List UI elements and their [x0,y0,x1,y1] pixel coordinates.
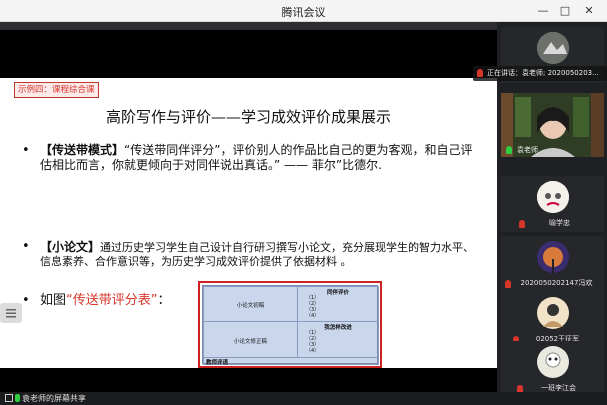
table-cell: 教师评语 [203,357,379,366]
item-list: （1） （2） （3） （4） [306,330,320,354]
side-toolbar-button[interactable] [0,303,22,323]
share-top-strip [0,22,497,30]
participant-tile[interactable]: 2020050202147冯欢 [501,236,604,292]
shared-slide: 示例四：课程综合课 高阶写作与评价——学习成效评价成果展示 • 【传送带模式】“… [0,78,497,368]
bullet-prefix: 如图 [40,293,67,308]
avatar [537,181,569,213]
bullet-suffix: ： [157,293,171,308]
participant-name: 袁老师 [517,146,538,154]
participant-tile[interactable]: 一班李江会 [501,341,604,397]
screen-share-icon [5,394,13,402]
participant-tile[interactable]: 喻学忠 [501,176,604,232]
avatar [537,297,569,329]
table-cell: 小论文修正稿 [203,321,298,358]
participant-name: 2020050202147冯欢 [520,279,593,287]
row1-label: 小论文初稿 [236,303,265,309]
video-label-bar: 袁老师 [501,141,604,157]
bullet-label: 【小论文】 [40,240,101,254]
bullet-text: 通过历史学习学生自己设计自行研习撰写小论文，充分展现学生的智力水平、信息素养、合… [40,241,475,268]
share-label: 袁老师的屏幕共享 [22,394,86,403]
bottom-status-bar: 袁老师的屏幕共享 [0,392,607,405]
window-title: 腾讯会议 [281,6,326,19]
speaker-icon [477,69,483,77]
bullet-small-paper: • 【小论文】通过历史学习学生自己设计自行研习撰写小论文，充分展现学生的智力水平… [22,240,484,269]
table-cell: 我怎样改进 （1） （2） （3） （4） [297,321,379,358]
mic-on-icon [15,394,20,402]
item-list: （1） （2） （3） （4） [306,295,320,319]
bullet-label: 【传送带模式】 [40,143,125,157]
maximize-icon[interactable]: □ [556,2,574,19]
participant-name: 喻学忠 [549,219,570,227]
meeting-window: 腾讯会议 — □ ✕ 示例四：课程综合课 高阶写作与评价——学习成效评价成果展示… [0,0,607,405]
list-icon [6,309,16,318]
bullet-figure: • 如图“传送带评分表”： [22,293,192,308]
table-cell: 小论文初稿 [203,286,298,322]
speaking-text: 正在讲话：袁老师; 2020050203... [487,69,599,77]
participant-tile[interactable]: 02052王征军 [501,292,604,348]
speaking-indicator: 正在讲话：袁老师; 2020050203... [473,66,607,81]
bullet-dot-icon: • [22,239,30,254]
avatar [537,346,569,378]
letterbox-bottom [0,368,497,392]
bullet-dot-icon: • [22,143,30,158]
mic-on-icon [506,146,512,154]
screen-share-area: 示例四：课程综合课 高阶写作与评价——学习成效评价成果展示 • 【传送带模式】“… [0,22,497,392]
slide-tag: 示例四：课程综合课 [14,82,99,98]
minimize-icon[interactable]: — [534,2,552,19]
avatar [537,241,569,273]
slide-title: 高阶写作与评价——学习成效评价成果展示 [105,108,391,126]
close-icon[interactable]: ✕ [580,2,598,19]
bullet-quote: “传送带评分表” [66,293,158,308]
score-table: 小论文初稿 同伴评价 （1） （2） （3） （4） 小论文修正稿 我怎样改进 … [202,285,379,366]
score-table-image: 小论文初稿 同伴评价 （1） （2） （3） （4） 小论文修正稿 我怎样改进 … [198,281,382,368]
letterbox-top [0,30,497,78]
row2-label: 小论文修正稿 [233,339,267,345]
row3-label: 教师评语 [206,360,229,366]
title-bar: 腾讯会议 — □ ✕ [0,0,607,22]
bullet-conveyor-mode: • 【传送带模式】“传送带同伴评分”，评价别人的作品比自己的更为客观，和自己评估… [22,143,482,173]
table-cell: 同伴评价 （1） （2） （3） （4） [297,286,379,322]
bullet-dot-icon: • [22,293,30,308]
avatar [537,32,569,64]
